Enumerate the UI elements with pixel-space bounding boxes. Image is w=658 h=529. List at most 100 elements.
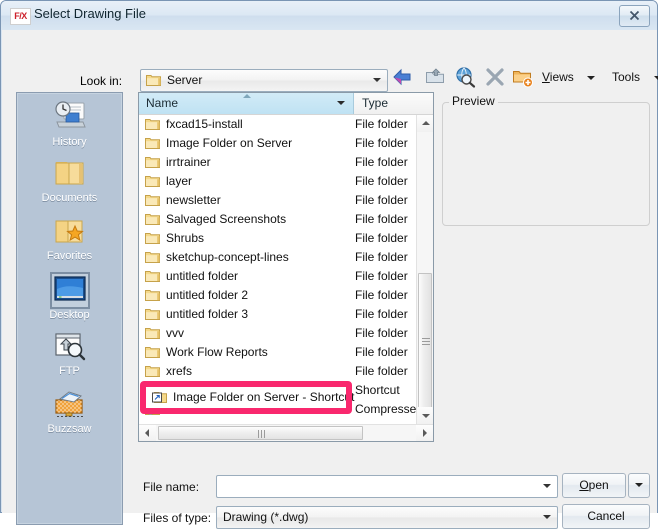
up-folder-button[interactable] (423, 65, 449, 91)
table-row[interactable]: vvv File folder (139, 324, 417, 343)
table-row[interactable]: untitled folder 2 File folder (139, 286, 417, 305)
chevron-down-icon[interactable] (543, 515, 551, 519)
file-row-name: xrefs (166, 364, 193, 378)
table-row[interactable]: Image Folder on Server File folder (139, 134, 417, 153)
folder-icon (145, 136, 160, 150)
files-of-type-combobox[interactable]: Drawing (*.dwg) (216, 506, 558, 529)
back-button[interactable] (390, 65, 416, 91)
place-label-history: History (52, 136, 87, 148)
folder-icon (145, 231, 160, 245)
chevron-down-icon (635, 483, 643, 487)
delete-button[interactable] (483, 65, 509, 91)
buzzsaw-icon (17, 389, 122, 422)
horizontal-scrollbar-thumb[interactable] (158, 426, 363, 440)
place-item-history[interactable]: History (17, 100, 122, 148)
preview-label: Preview (449, 94, 498, 108)
look-in-label: Look in: (80, 74, 123, 88)
ftp-icon (17, 331, 122, 364)
place-item-buzzsaw[interactable]: Buzzsaw (17, 389, 122, 435)
table-row[interactable]: untitled folder File folder (139, 267, 417, 286)
file-row-type: File folder (355, 117, 408, 131)
file-row-name: sketchup-concept-lines (166, 250, 289, 264)
new-folder-button[interactable] (510, 65, 536, 91)
column-header-type[interactable]: Type (355, 93, 433, 114)
folder-icon (145, 193, 160, 207)
file-row-type: File folder (355, 345, 408, 359)
file-row-name: vvv (166, 326, 184, 340)
table-row[interactable]: layer File folder (139, 172, 417, 191)
cancel-button[interactable]: Cancel (562, 504, 650, 529)
folder-icon (145, 345, 160, 359)
file-row-name: Work Flow Reports (166, 345, 268, 359)
open-button[interactable]: Open (562, 473, 626, 498)
table-row[interactable]: newsletter File folder (139, 191, 417, 210)
place-label-desktop: Desktop (49, 309, 90, 321)
file-row-name: untitled folder 3 (166, 307, 249, 321)
file-row-name: irrtrainer (166, 155, 211, 169)
table-row[interactable]: sketchup-concept-lines File folder (139, 248, 417, 267)
views-chevron-down-icon[interactable] (587, 76, 595, 80)
desktop-monitor-icon (49, 272, 90, 309)
scroll-right-button[interactable] (416, 425, 433, 441)
scroll-up-button[interactable] (417, 115, 433, 132)
folder-icon (145, 117, 160, 131)
column-header-row: Name Type (139, 93, 433, 115)
file-row-type: File folder (355, 269, 408, 283)
column-header-name[interactable]: Name (139, 93, 354, 114)
open-accel: O (579, 478, 589, 492)
file-row-type: File folder (355, 155, 408, 169)
grip-line (422, 341, 430, 342)
vertical-scrollbar[interactable] (416, 115, 433, 424)
views-menu[interactable]: Views (542, 70, 574, 84)
file-row-type: Shortcut (355, 383, 400, 397)
table-row[interactable]: Salvaged Screenshots File folder (139, 210, 417, 229)
scroll-left-button[interactable] (139, 425, 156, 441)
search-web-button[interactable] (453, 65, 479, 91)
file-row-type: File folder (355, 326, 408, 340)
table-row[interactable]: xrefs File folder (139, 362, 417, 381)
table-row[interactable]: Shrubs File folder (139, 229, 417, 248)
file-row-name: untitled folder 2 (166, 288, 249, 302)
table-row[interactable]: untitled folder 3 File folder (139, 305, 417, 324)
file-row-type: File folder (355, 364, 408, 378)
folder-icon (145, 288, 160, 302)
scroll-down-button[interactable] (417, 407, 433, 424)
column-filter-chevron-down-icon[interactable] (337, 101, 345, 105)
file-row-name: fxcad15-install (166, 117, 243, 131)
vertical-scrollbar-thumb[interactable] (418, 273, 432, 409)
files-of-type-label: Files of type: (143, 511, 212, 525)
folder-icon (145, 212, 160, 226)
folder-icon (145, 250, 160, 264)
file-row-type: File folder (355, 288, 408, 302)
place-label-buzzsaw: Buzzsaw (47, 423, 92, 435)
file-name-combobox[interactable] (216, 475, 558, 498)
folder-icon (145, 174, 160, 188)
tools-menu[interactable]: Tools (612, 70, 640, 84)
horizontal-scrollbar[interactable] (139, 424, 433, 441)
history-icon (17, 100, 122, 135)
folder-icon (146, 73, 161, 87)
place-item-favorites[interactable]: Favorites (17, 216, 122, 262)
window-title: Select Drawing File (34, 6, 146, 21)
sort-ascending-icon (243, 94, 251, 98)
place-item-documents[interactable]: Documents (17, 158, 122, 204)
chevron-down-icon[interactable] (543, 484, 551, 488)
places-bar: History Documents Favorites Desktop FTP … (16, 92, 123, 525)
folder-icon (145, 307, 160, 321)
folder-icon (145, 326, 160, 340)
folder-icon (145, 364, 160, 378)
file-row-name: Image Folder on Server (166, 136, 293, 150)
close-button[interactable] (619, 5, 650, 27)
file-name-label: File name: (143, 480, 200, 494)
chevron-up-icon (422, 121, 430, 125)
place-item-desktop[interactable]: Desktop (17, 272, 122, 321)
look-in-combobox[interactable]: Server (140, 69, 388, 92)
file-row-type: File folder (355, 307, 408, 321)
file-row-name: layer (166, 174, 193, 188)
tools-chevron-down-icon[interactable] (654, 76, 658, 80)
table-row[interactable]: Work Flow Reports File folder (139, 343, 417, 362)
table-row[interactable]: fxcad15-install File folder (139, 115, 417, 134)
open-dropdown-button[interactable] (628, 473, 650, 498)
place-item-ftp[interactable]: FTP (17, 331, 122, 377)
table-row[interactable]: irrtrainer File folder (139, 153, 417, 172)
